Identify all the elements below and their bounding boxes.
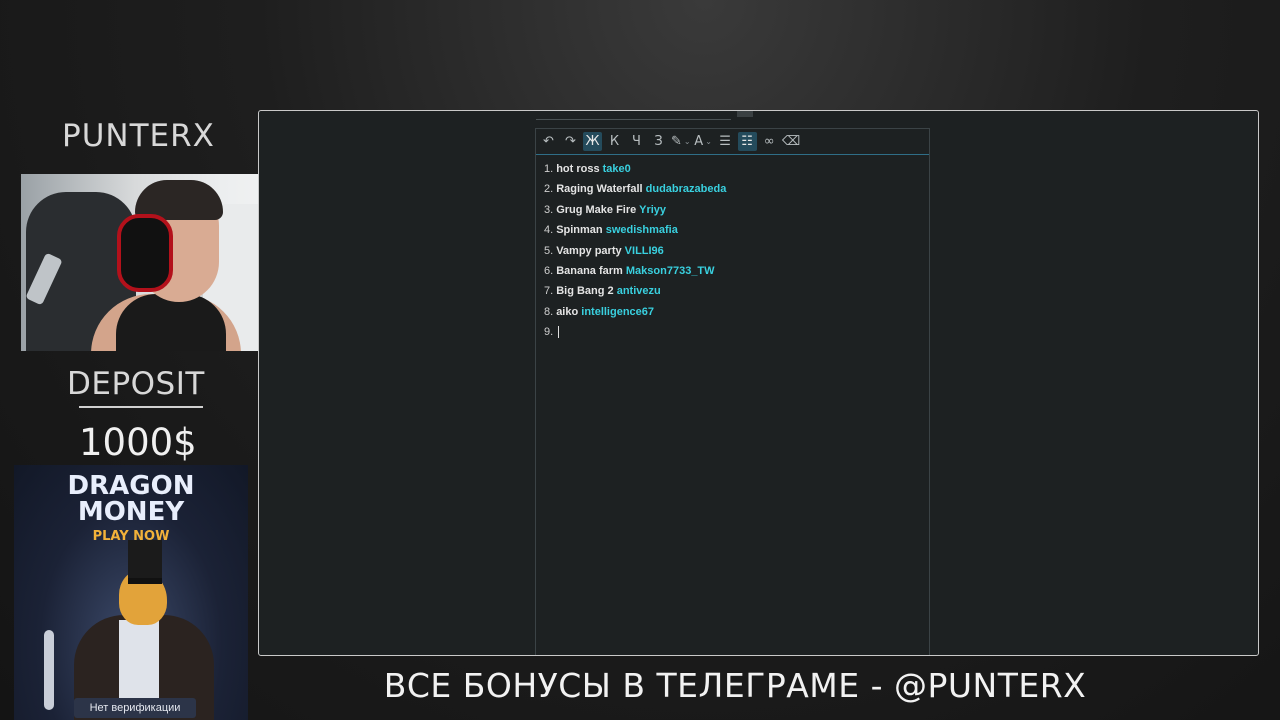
list-item: 4. Spinman swedishmafia [544,224,929,244]
list-item: 6. Banana farm Makson7733_TW [544,265,929,285]
list-item: 1. hot ross take0 [544,163,929,183]
bold-button-glyph: Ж [585,134,600,149]
viewer-username: swedishmafia [605,224,678,237]
italic-button-glyph: К [609,134,620,149]
viewer-username: Makson7733_TW [625,264,715,277]
list-item-number: 7. [544,285,554,298]
viewer-username: dudabrazabeda [645,183,727,196]
ad-title-line1: DRAGON [67,471,195,501]
ad-title-line2: MONEY [77,497,185,527]
brand-title: PUNTERX [62,118,215,154]
text-caret [558,326,560,339]
bullet-list-icon[interactable]: ☰ [716,132,735,151]
headphones-icon [117,214,173,292]
chevron-down-icon: ⌄ [705,137,712,146]
cut-off-button[interactable] [737,111,753,117]
text-color-icon-glyph: A [694,134,704,149]
strikethrough-button-glyph: З [654,134,663,149]
list-item-number: 5. [544,244,554,257]
numbered-list-icon[interactable]: ☷ [737,132,757,151]
chevron-down-icon: ⌄ [683,137,691,146]
eraser-icon-glyph: ⌫ [781,134,801,149]
telegram-banner: ВСЕ БОНУСЫ В ТЕЛЕГРАМЕ - @PUNTERX [383,666,1087,705]
deposit-label: DEPOSIT [67,366,205,402]
game-name: Banana farm [556,264,626,277]
list-item: 2. Raging Waterfall dudabrazabeda [544,183,929,203]
bullet-list-icon-glyph: ☰ [719,134,731,149]
italic-button[interactable]: К [605,132,624,151]
link-icon[interactable]: ∞ [760,132,779,151]
underline-button[interactable]: Ч [627,132,646,151]
game-name: Big Bang 2 [556,285,617,298]
eraser-icon[interactable]: ⌫ [782,132,801,151]
editor-toolbar: ↶ ↷ Ж К Ч З ✎ ⌄ A ⌄ ☰ ☷ ∞ ⌫ [536,129,929,155]
game-list[interactable]: 1. hot ross take0 2. Raging Waterfall dudab… [536,155,929,347]
game-name: Spinman [556,224,606,237]
strikethrough-button[interactable]: З [649,132,668,151]
game-name: hot ross [556,163,603,175]
redo-icon-glyph: ↷ [565,134,576,149]
list-item-number: 1. [544,163,554,175]
browser-capture-frame: ... ↶↷ЖКЧЗ✎⌄A⌄☰☷∞⌫ 1.hot ross take02.Rag… [258,110,1259,656]
highlight-pen-icon[interactable]: ✎ ⌄ [671,132,691,151]
ad-title: DRAGON MONEY [14,473,248,525]
redo-icon[interactable]: ↷ [561,132,580,151]
list-item: 3. Grug Make Fire Yriyy [544,204,929,224]
viewer-username: take0 [602,163,631,175]
viewer-username: intelligence67 [581,305,655,318]
list-item: 7. Big Bang 2 antivezu [544,285,929,305]
list-item-number: 3. [544,203,554,216]
list-item: 5. Vampy party VILLI96 [544,245,929,265]
underline-button-glyph: Ч [632,134,641,149]
highlight-pen-icon-glyph: ✎ [671,134,682,149]
bold-button[interactable]: Ж [583,132,602,151]
list-item: 9. [544,326,929,346]
viewer-username: antivezu [616,285,661,298]
game-name: Vampy party [556,244,625,257]
list-item-number: 8. [544,305,554,318]
streamer-tank-top [116,294,226,351]
game-name: Grug Make Fire [556,203,640,216]
text-color-icon[interactable]: A ⌄ [694,132,713,151]
top-hat-icon [128,540,162,584]
list-item-number: 2. [544,183,554,196]
viewer-username: VILLI96 [624,244,664,257]
numbered-list-icon-glyph: ☷ [741,134,753,149]
link-icon-glyph: ∞ [763,134,775,149]
game-name: Raging Waterfall [556,183,646,196]
list-item-number: 9. [544,326,554,339]
deposit-amount: 1000$ [79,421,197,464]
viewer-username: Yriyy [639,203,667,216]
undo-icon-glyph: ↶ [543,134,554,149]
game-name: aiko [556,305,582,318]
cut-off-select[interactable]: ... [536,111,731,120]
list-item-number: 4. [544,224,554,237]
list-item: 8. aiko intelligence67 [544,306,929,326]
list-item-number: 6. [544,264,554,277]
undo-icon[interactable]: ↶ [539,132,558,151]
rich-text-editor[interactable]: ↶ ↷ Ж К Ч З ✎ ⌄ A ⌄ ☰ ☷ ∞ ⌫ 1. hot ross take0 2. Raging … [535,128,930,655]
deposit-underline [79,406,203,408]
